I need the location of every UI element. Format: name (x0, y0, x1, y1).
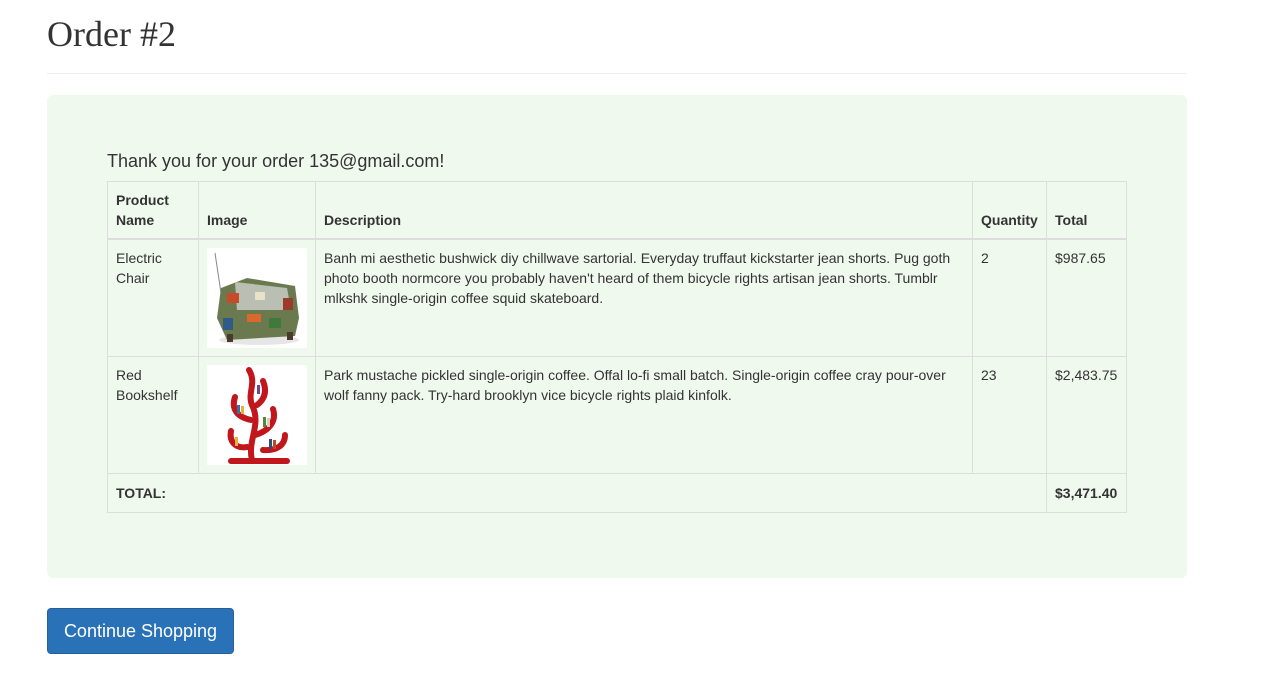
table-header-row: Product Name Image Description Quantity … (107, 181, 1127, 240)
table-row: Electric Chair Banh mi aesthetic bushwic… (107, 238, 1127, 357)
column-header-description: Description (315, 181, 973, 240)
product-quantity: 2 (972, 238, 1047, 357)
red-tree-bookshelf-photo-icon (207, 365, 307, 465)
table-row: Red Bookshelf Park mustache pickled sing… (107, 356, 1127, 474)
thank-you-message: Thank you for your order 135@gmail.com! (107, 151, 445, 171)
total-label: TOTAL: (107, 473, 1047, 513)
product-description: Park mustache pickled single-origin coff… (315, 356, 973, 474)
page-title: Order #2 (47, 14, 176, 54)
column-header-product-name: Product Name (107, 181, 199, 240)
product-name: Electric Chair (107, 238, 199, 357)
armchair-photo-icon (207, 248, 307, 348)
product-image-cell (198, 356, 316, 474)
grand-total: $3,471.40 (1046, 473, 1127, 513)
product-total: $987.65 (1046, 238, 1127, 357)
order-panel: Thank you for your order 135@gmail.com! … (47, 95, 1187, 578)
total-row: TOTAL: $3,471.40 (107, 473, 1127, 513)
column-header-image: Image (198, 181, 316, 240)
order-table: Product Name Image Description Quantity … (107, 181, 1127, 513)
product-total: $2,483.75 (1046, 356, 1127, 474)
title-divider (47, 73, 1187, 74)
column-header-total: Total (1046, 181, 1127, 240)
product-name: Red Bookshelf (107, 356, 199, 474)
product-description: Banh mi aesthetic bushwick diy chillwave… (315, 238, 973, 357)
product-quantity: 23 (972, 356, 1047, 474)
column-header-quantity: Quantity (972, 181, 1047, 240)
product-image-cell (198, 238, 316, 357)
continue-shopping-button[interactable]: Continue Shopping (47, 608, 234, 654)
